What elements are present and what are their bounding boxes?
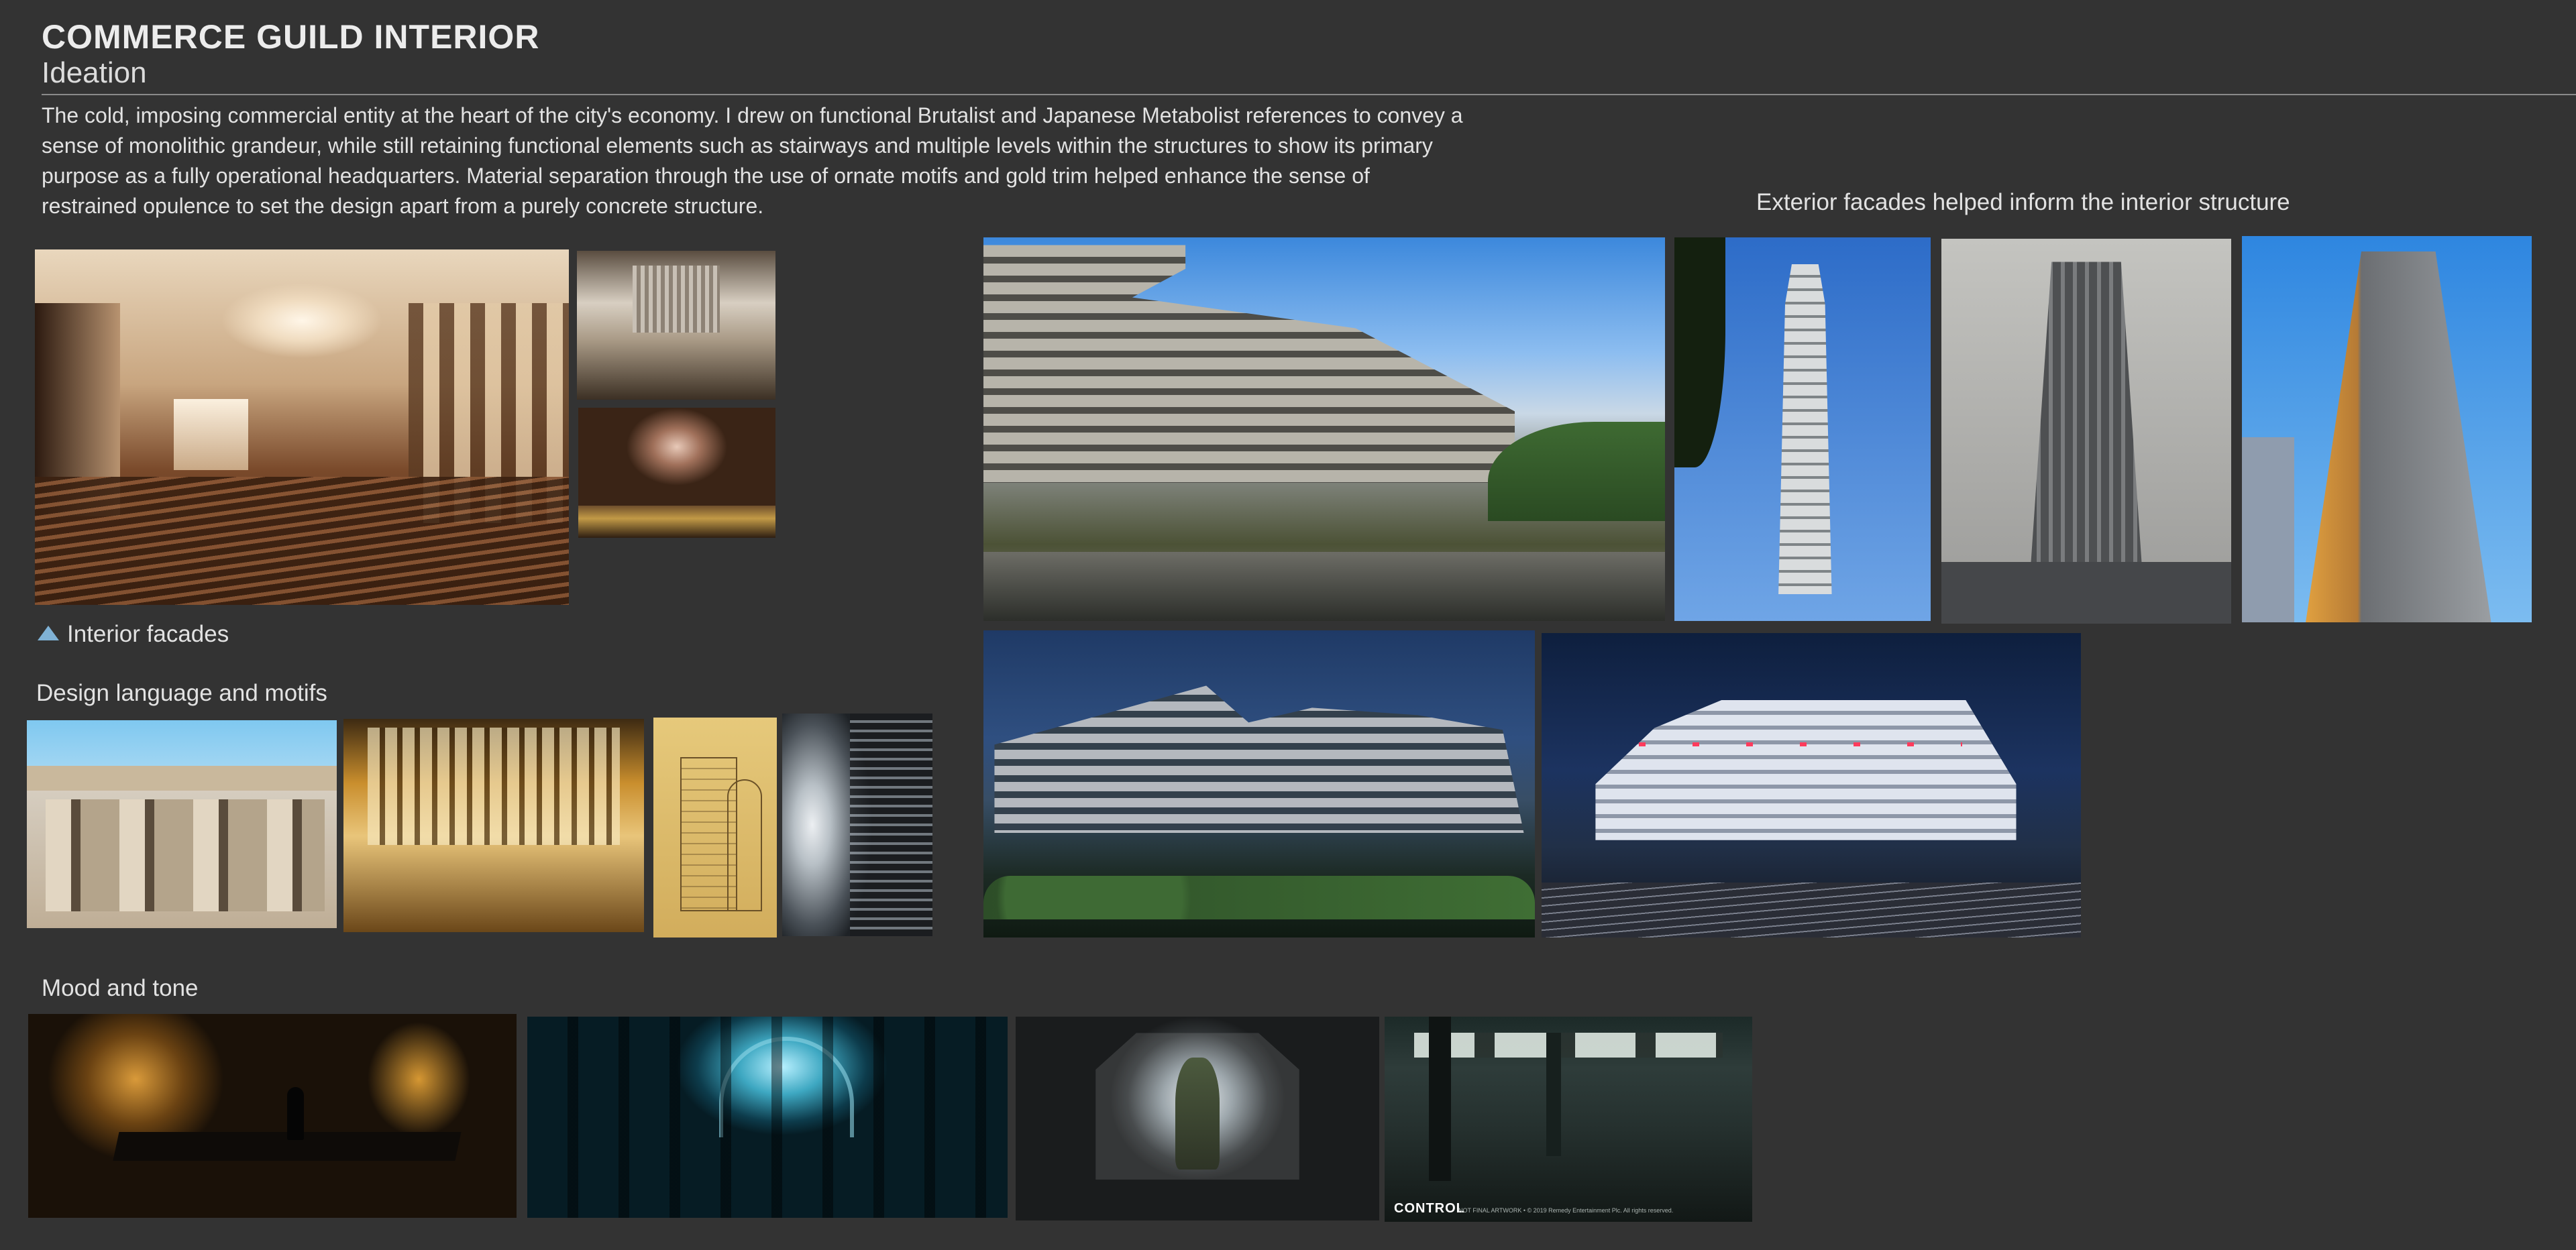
mood-image-1[interactable] bbox=[28, 1014, 517, 1218]
design-facade-image[interactable] bbox=[27, 720, 337, 928]
exterior-tower-image-3[interactable] bbox=[2242, 236, 2532, 622]
design-language-label: Design language and motifs bbox=[36, 680, 327, 706]
design-lobby-image[interactable] bbox=[343, 719, 644, 932]
interior-facades-label: Interior facades bbox=[38, 621, 229, 648]
design-sketch-image[interactable] bbox=[653, 718, 777, 937]
mood-image-4[interactable]: CONTROL NOT FINAL ARTWORK • © 2019 Remed… bbox=[1385, 1017, 1752, 1222]
exterior-night-image-1[interactable] bbox=[983, 630, 1535, 937]
design-upview-image[interactable] bbox=[782, 714, 932, 936]
fine-print: NOT FINAL ARTWORK • © 2019 Remedy Entert… bbox=[1458, 1207, 1674, 1214]
moodboard-canvas: COMMERCE GUILD INTERIOR Ideation The col… bbox=[0, 0, 2576, 1250]
interior-hall-image[interactable] bbox=[35, 249, 569, 605]
mood-label: Mood and tone bbox=[42, 975, 199, 1001]
exterior-tower-image-1[interactable] bbox=[1674, 237, 1931, 621]
page-title: COMMERCE GUILD INTERIOR bbox=[42, 18, 540, 56]
interior-hall-thumbnail-2[interactable] bbox=[578, 408, 775, 538]
page-subtitle: Ideation bbox=[42, 56, 147, 89]
description-text: The cold, imposing commercial entity at … bbox=[42, 103, 1463, 218]
exterior-kyoto-image[interactable] bbox=[983, 237, 1665, 621]
control-logo: CONTROL bbox=[1394, 1201, 1465, 1216]
interior-facades-text: Interior facades bbox=[67, 621, 229, 647]
exterior-night-image-2[interactable] bbox=[1542, 633, 2081, 937]
exterior-tower-image-2[interactable] bbox=[1941, 239, 2231, 624]
caret-up-icon bbox=[38, 626, 59, 640]
header-divider bbox=[42, 94, 2576, 95]
mood-image-3[interactable] bbox=[1016, 1017, 1379, 1220]
exterior-facades-label: Exterior facades helped inform the inter… bbox=[1756, 189, 2290, 215]
mood-image-2[interactable] bbox=[527, 1017, 1008, 1218]
interior-hall-thumbnail-1[interactable] bbox=[577, 251, 775, 400]
